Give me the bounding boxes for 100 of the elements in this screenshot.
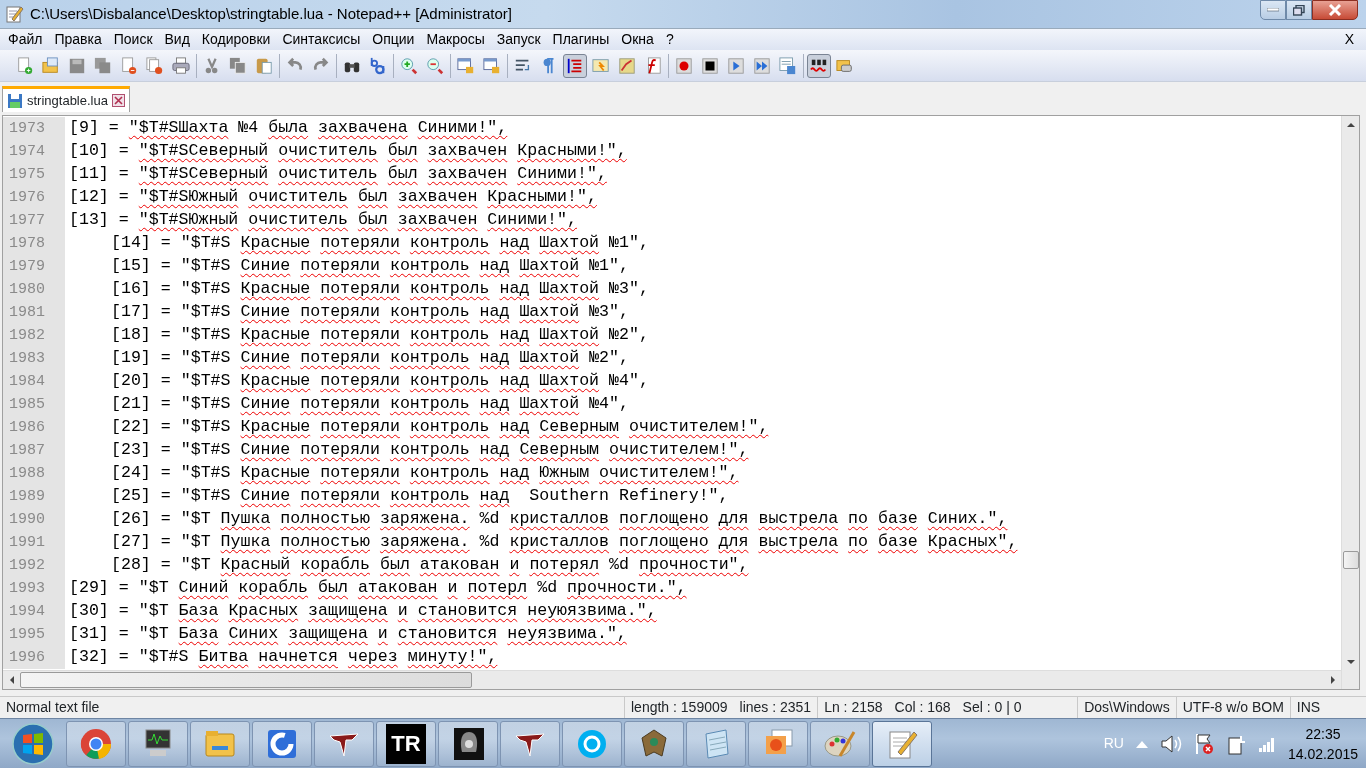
close-button[interactable] xyxy=(1312,0,1358,20)
code-line: [10] = "$T#SСеверный очиститель был захвачен Красными!", xyxy=(68,140,627,163)
close-icon xyxy=(1328,4,1342,16)
vertical-scrollbar[interactable] xyxy=(1341,116,1359,689)
code-line: [28] = "$T Красный корабль был атакован и потерял %d прочности", xyxy=(110,554,749,577)
flag-error-icon[interactable] xyxy=(1193,732,1214,755)
status-text: Ln : 2158 xyxy=(824,698,883,717)
status-text: UTF-8 w/o BOM xyxy=(1182,698,1284,717)
restore-icon xyxy=(1293,4,1305,16)
line-number: 1995 xyxy=(3,623,65,646)
line-number: 1988 xyxy=(3,462,65,485)
code-line: [27] = "$T Пушка полностью заряжена. %d кристаллов поглощено для выстрела по базе Красных", xyxy=(110,531,1018,554)
close-icon[interactable] xyxy=(111,94,125,107)
menu-item[interactable]: ? xyxy=(659,29,680,50)
line-number: 1979 xyxy=(3,255,65,278)
save-macro-icon xyxy=(779,55,797,76)
line-number: 1992 xyxy=(3,554,65,577)
menu-item[interactable]: Опции xyxy=(366,29,421,50)
line-number: 1989 xyxy=(3,485,65,508)
menu-item[interactable]: Окна xyxy=(615,29,660,50)
stop-icon xyxy=(701,55,719,76)
replace-icon xyxy=(369,55,387,76)
code-line: [9] = "$T#SШахта №4 была захвачена Синими!", xyxy=(68,117,508,140)
code-line: [12] = "$T#SЮжный очиститель был захвачен Красными!", xyxy=(68,186,597,209)
status-text: Sel : 0 | 0 xyxy=(962,698,1022,717)
zoom-out-icon xyxy=(426,55,444,76)
line-number: 1977 xyxy=(3,209,65,232)
taskbar-app-button[interactable] xyxy=(438,720,498,767)
window-title: C:\Users\Disbalance\Desktop\stringtable.lua - Notepad++ [Administrator] xyxy=(30,3,512,24)
status-text: Dos\Windows xyxy=(1084,698,1170,717)
status-text: length : 159009 xyxy=(631,698,728,717)
fast-forward-icon xyxy=(753,55,771,76)
taskbar-app-button[interactable]: TR xyxy=(376,720,436,767)
down-arrow-icon[interactable] xyxy=(1346,657,1355,666)
scrollbar-thumb[interactable] xyxy=(20,672,472,688)
code-line: [26] = "$T Пушка полностью заряжена. %d кристаллов поглощено для выстрела по базе Синих.", xyxy=(110,508,1008,531)
horizontal-scrollbar[interactable] xyxy=(3,670,1341,689)
line-number: 1981 xyxy=(3,301,65,324)
line-number: 1994 xyxy=(3,600,65,623)
menu-item[interactable]: Кодировки xyxy=(195,29,277,50)
code-line: [21] = "$T#S Синие потеряли контроль над Шахтой №4", xyxy=(110,393,629,416)
code-line: [13] = "$T#SЮжный очиститель был захвачен Синими!", xyxy=(68,209,577,232)
code-line: [29] = "$T Синий корабль был атакован и потерл %d прочности.", xyxy=(68,577,687,600)
line-number: 1975 xyxy=(3,163,65,186)
status-text: Col : 168 xyxy=(894,698,951,717)
menu-item[interactable]: Правка xyxy=(48,29,108,50)
printer-icon xyxy=(172,55,190,76)
line-number: 1993 xyxy=(3,577,65,600)
menu-item[interactable]: Файл xyxy=(2,29,49,50)
line-number: 1991 xyxy=(3,531,65,554)
code-line: [14] = "$T#S Красные потеряли контроль над Шахтой №1", xyxy=(110,232,649,255)
menu-item[interactable]: Запуск xyxy=(490,29,547,50)
line-number: 1974 xyxy=(3,140,65,163)
indent-guide-button[interactable] xyxy=(563,53,587,78)
spellcheck-button[interactable] xyxy=(807,53,831,78)
speaker-icon[interactable] xyxy=(1159,733,1182,754)
copy-icon xyxy=(229,55,247,76)
clock-time[interactable]: 22:35 xyxy=(1287,723,1358,744)
status-text: Normal text file xyxy=(6,698,100,717)
scrollbar-thumb[interactable] xyxy=(1343,551,1359,569)
close-all-icon xyxy=(146,55,164,76)
code-line: [19] = "$T#S Синие потеряли контроль над Шахтой №2", xyxy=(110,347,629,370)
right-arrow-icon[interactable] xyxy=(1328,676,1337,684)
line-number: 1983 xyxy=(3,347,65,370)
code-line: [31] = "$T База Синих защищена и становится неуязвима.", xyxy=(68,623,627,646)
menu-item[interactable]: Макросы xyxy=(420,29,491,50)
line-number: 1986 xyxy=(3,416,65,439)
maximize-button[interactable] xyxy=(1286,0,1312,20)
code-line: [20] = "$T#S Красные потеряли контроль над Шахтой №4", xyxy=(110,370,649,393)
code-line: [30] = "$T База Красных защищена и становится неуюязвима.", xyxy=(68,600,657,623)
taskbar-app-button[interactable] xyxy=(314,720,374,767)
window-lock-icon xyxy=(483,55,501,76)
status-text: INS xyxy=(1296,698,1321,717)
map-icon xyxy=(618,55,636,76)
code-line: [17] = "$T#S Синие потеряли контроль над Шахтой №3", xyxy=(110,301,629,324)
zoom-in-icon xyxy=(400,55,418,76)
up-arrow-icon[interactable] xyxy=(1346,120,1355,129)
code-line: [15] = "$T#S Синие потеряли контроль над Шахтой №1", xyxy=(110,255,629,278)
record-icon xyxy=(675,55,693,76)
line-number: 1996 xyxy=(3,646,65,669)
code-line: [22] = "$T#S Красные потеряли контроль над Северным очистителем!", xyxy=(110,416,769,439)
menu-item[interactable]: Вид xyxy=(158,29,196,50)
menu-item[interactable]: Синтаксисы xyxy=(276,29,367,50)
code-line: [24] = "$T#S Красные потеряли контроль над Южным очистителем!", xyxy=(110,462,739,485)
notepad-icon xyxy=(4,4,24,24)
taskbar-app-button[interactable] xyxy=(500,720,560,767)
clock-date[interactable]: 14.02.2015 xyxy=(1287,743,1358,764)
line-number: 1984 xyxy=(3,370,65,393)
code-line: [23] = "$T#S Синие потеряли контроль над Северным очистителем!", xyxy=(110,439,749,462)
code-line: [18] = "$T#S Красные потеряли контроль над Шахтой №2", xyxy=(110,324,649,347)
windows-logo-icon xyxy=(11,721,55,766)
close-file-icon xyxy=(120,55,138,76)
menu-item[interactable]: Поиск xyxy=(107,29,159,50)
close-document-button[interactable]: X xyxy=(1338,29,1360,50)
menu-item[interactable]: Плагины xyxy=(546,29,616,50)
code-line: [16] = "$T#S Красные потеряли контроль над Шахтой №3", xyxy=(110,278,649,301)
document-tab[interactable]: stringtable.lua xyxy=(2,86,130,112)
play-icon xyxy=(727,55,745,76)
save-all-icon xyxy=(94,55,112,76)
taskbar-app-button[interactable] xyxy=(128,720,188,767)
